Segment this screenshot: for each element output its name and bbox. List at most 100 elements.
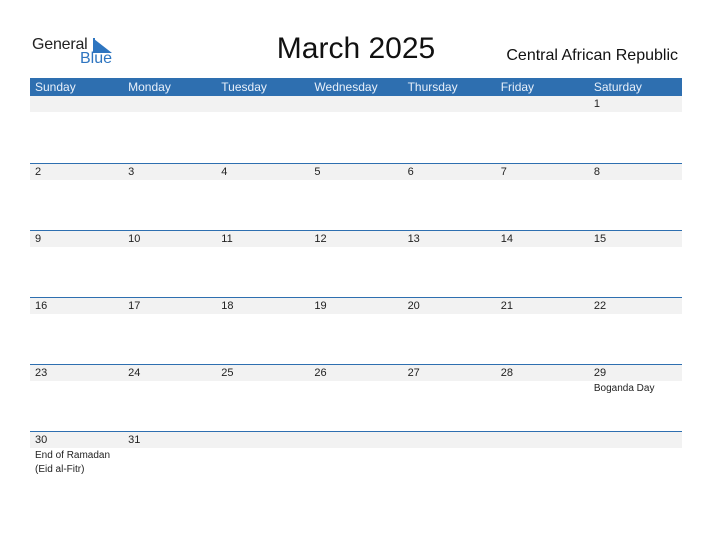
day-cell: 14 xyxy=(495,231,589,297)
holiday-label: Boganda Day xyxy=(593,383,655,394)
day-number: 1 xyxy=(588,96,682,112)
day-cell: 4 xyxy=(216,164,310,230)
day-cell: 27 xyxy=(402,365,496,431)
day-cell: 15 xyxy=(588,231,682,297)
week-row: 1 xyxy=(30,96,682,163)
day-number: 4 xyxy=(216,164,310,180)
week-row: 16 17 18 19 20 21 22 xyxy=(30,297,682,364)
day-cell: 1 xyxy=(588,96,682,163)
day-number: 28 xyxy=(495,365,589,381)
day-number: 8 xyxy=(588,164,682,180)
day-number: 9 xyxy=(30,231,124,247)
day-cell: 11 xyxy=(216,231,310,297)
day-number: 3 xyxy=(123,164,217,180)
day-cell: 18 xyxy=(216,298,310,364)
day-number xyxy=(216,432,310,448)
day-number: 13 xyxy=(402,231,496,247)
day-cell: 19 xyxy=(309,298,403,364)
day-number: 26 xyxy=(309,365,403,381)
day-number: 29 xyxy=(588,365,682,381)
day-cell xyxy=(123,96,217,163)
day-number: 19 xyxy=(309,298,403,314)
day-cell: 7 xyxy=(495,164,589,230)
day-number xyxy=(30,96,124,112)
week-row: 23 24 25 26 27 28 29 Boganda Day xyxy=(30,364,682,431)
week-row: 9 10 11 12 13 14 15 xyxy=(30,230,682,297)
day-number xyxy=(495,96,589,112)
day-cell: 2 xyxy=(30,164,124,230)
day-number: 31 xyxy=(123,432,217,448)
weekday-sunday: Sunday xyxy=(35,80,76,94)
day-number xyxy=(123,96,217,112)
day-number: 25 xyxy=(216,365,310,381)
day-number xyxy=(495,432,589,448)
weekday-friday: Friday xyxy=(500,80,535,94)
day-number xyxy=(402,96,496,112)
day-cell: 31 xyxy=(123,432,217,498)
day-cell: 5 xyxy=(309,164,403,230)
weekday-monday: Monday xyxy=(128,80,171,94)
day-cell xyxy=(495,432,589,498)
day-cell: 3 xyxy=(123,164,217,230)
day-number: 24 xyxy=(123,365,217,381)
day-number: 11 xyxy=(216,231,310,247)
day-number: 23 xyxy=(30,365,124,381)
day-number xyxy=(402,432,496,448)
day-cell: 30 End of Ramadan (Eid al-Fitr) xyxy=(30,432,124,498)
day-number xyxy=(309,96,403,112)
day-number: 16 xyxy=(30,298,124,314)
day-number xyxy=(216,96,310,112)
day-number: 17 xyxy=(123,298,217,314)
day-cell xyxy=(402,432,496,498)
weekday-wednesday: Wednesday xyxy=(314,80,378,94)
day-number: 30 xyxy=(30,432,124,448)
day-cell: 20 xyxy=(402,298,496,364)
day-cell xyxy=(309,96,403,163)
day-number: 15 xyxy=(588,231,682,247)
day-number: 12 xyxy=(309,231,403,247)
weekday-saturday: Saturday xyxy=(593,80,642,94)
day-number xyxy=(588,432,682,448)
day-number: 14 xyxy=(495,231,589,247)
weekday-thursday: Thursday xyxy=(407,80,458,94)
day-cell: 6 xyxy=(402,164,496,230)
day-cell: 16 xyxy=(30,298,124,364)
calendar-grid: Sunday Monday Tuesday Wednesday Thursday Frid… xyxy=(30,78,682,498)
day-number: 22 xyxy=(588,298,682,314)
day-cell: 25 xyxy=(216,365,310,431)
day-cell xyxy=(402,96,496,163)
day-number: 2 xyxy=(30,164,124,180)
country-name: Central African Republic xyxy=(506,47,678,64)
day-number: 20 xyxy=(402,298,496,314)
day-cell xyxy=(216,96,310,163)
day-number: 5 xyxy=(309,164,403,180)
day-cell: 13 xyxy=(402,231,496,297)
day-cell: 23 xyxy=(30,365,124,431)
day-cell: 21 xyxy=(495,298,589,364)
day-cell: 26 xyxy=(309,365,403,431)
day-number: 18 xyxy=(216,298,310,314)
day-cell: 22 xyxy=(588,298,682,364)
day-cell: 17 xyxy=(123,298,217,364)
day-cell xyxy=(495,96,589,163)
day-cell: 12 xyxy=(309,231,403,297)
day-cell: 8 xyxy=(588,164,682,230)
day-number: 7 xyxy=(495,164,589,180)
day-cell xyxy=(588,432,682,498)
day-cell: 29 Boganda Day xyxy=(588,365,682,431)
day-cell xyxy=(30,96,124,163)
day-cell: 9 xyxy=(30,231,124,297)
day-cell xyxy=(216,432,310,498)
day-cell: 28 xyxy=(495,365,589,431)
day-cell xyxy=(309,432,403,498)
day-cell: 10 xyxy=(123,231,217,297)
day-cell: 24 xyxy=(123,365,217,431)
day-number: 27 xyxy=(402,365,496,381)
day-number: 21 xyxy=(495,298,589,314)
weekday-header: Sunday Monday Tuesday Wednesday Thursday Frid… xyxy=(30,78,682,96)
holiday-label: End of Ramadan xyxy=(35,450,111,461)
holiday-label: (Eid al-Fitr) xyxy=(35,464,85,475)
day-number: 6 xyxy=(402,164,496,180)
week-row: 2345678 xyxy=(30,163,682,230)
day-number xyxy=(309,432,403,448)
